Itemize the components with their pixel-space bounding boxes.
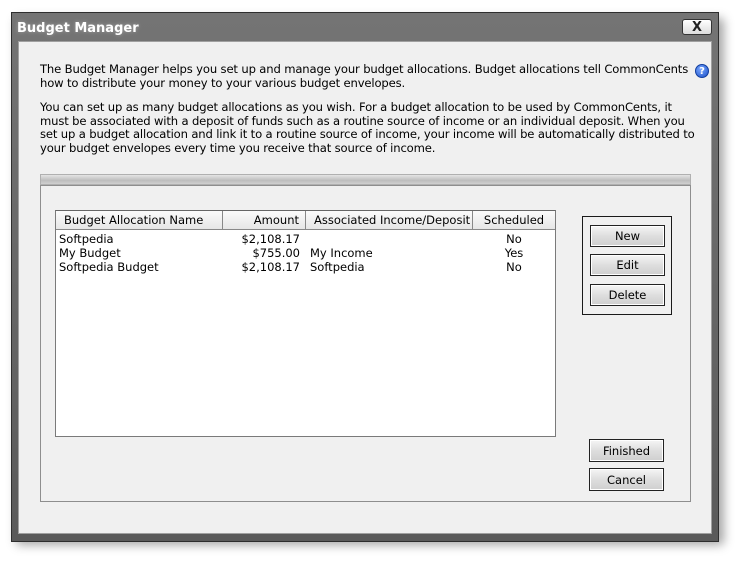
cell-name: My Budget [59, 246, 121, 260]
details-paragraph: You can set up as many budget allocation… [40, 100, 695, 155]
cell-income [306, 232, 473, 246]
column-header-scheduled[interactable]: Scheduled [473, 211, 555, 230]
edit-button[interactable]: Edit [590, 254, 665, 276]
table-row[interactable]: My Budget $755.00 My Income Yes [56, 246, 555, 260]
allocations-list[interactable]: Budget Allocation Name Amount Associated… [55, 210, 556, 437]
list-rows: Softpedia $2,108.17 No My Budget $755.00… [56, 230, 555, 274]
header-separator-bar [40, 174, 691, 185]
table-row[interactable]: Softpedia $2,108.17 No [56, 232, 555, 246]
cell-name: Softpedia Budget [59, 260, 159, 274]
column-header-income[interactable]: Associated Income/Deposit [306, 211, 473, 230]
column-header-amount[interactable]: Amount [223, 211, 306, 230]
close-button[interactable]: X [682, 19, 712, 35]
list-header: Budget Allocation Name Amount Associated… [56, 211, 555, 230]
allocation-actions-group: New Edit Delete [582, 216, 672, 315]
new-button[interactable]: New [590, 225, 665, 247]
table-row[interactable]: Softpedia Budget $2,108.17 Softpedia No [56, 260, 555, 274]
intro-paragraph: The Budget Manager helps you set up and … [40, 62, 689, 90]
window-title: Budget Manager [17, 21, 139, 36]
cell-amount: $2,108.17 [241, 260, 300, 274]
cell-scheduled: No [506, 232, 522, 246]
cell-amount: $2,108.17 [241, 232, 300, 246]
finished-button[interactable]: Finished [589, 439, 664, 462]
column-header-name[interactable]: Budget Allocation Name [56, 211, 223, 230]
cell-name: Softpedia [59, 232, 114, 246]
cancel-button[interactable]: Cancel [589, 468, 664, 491]
help-icon[interactable]: ? [695, 64, 709, 78]
cell-income: My Income [310, 246, 373, 260]
cell-scheduled: No [506, 260, 522, 274]
cell-amount: $755.00 [252, 246, 300, 260]
delete-button[interactable]: Delete [590, 284, 665, 306]
cell-scheduled: Yes [504, 246, 524, 260]
cell-income: Softpedia [310, 260, 365, 274]
